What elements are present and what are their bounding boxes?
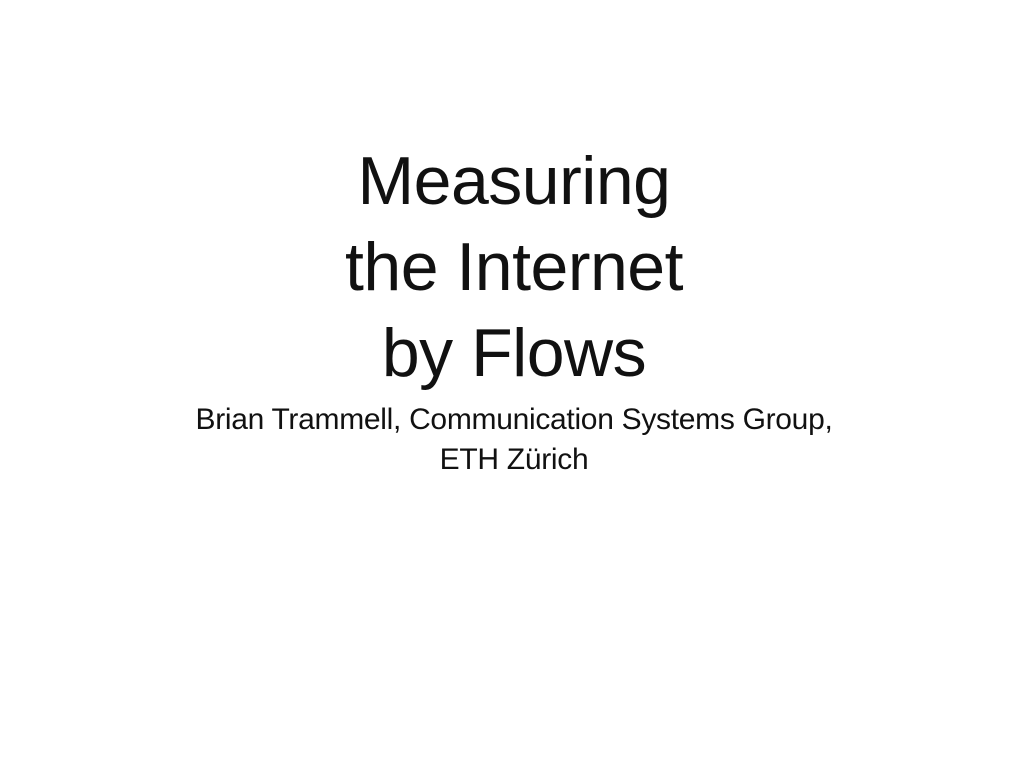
title-line-1: Measuring <box>357 143 672 219</box>
slide-subtitle: Brian Trammell, Communication Systems Gr… <box>0 400 1028 480</box>
presentation-slide: Measuring the Internet by Flows Brian Tr… <box>0 0 1028 772</box>
title-line-3: by Flows <box>381 315 647 391</box>
title-line-2: the Internet <box>344 229 684 305</box>
slide-title: Measuring the Internet by Flows <box>0 138 1028 396</box>
subtitle-line-author: Brian Trammell, Communication Systems Gr… <box>195 403 833 436</box>
subtitle-line-affiliation: ETH Zürich <box>439 443 589 476</box>
